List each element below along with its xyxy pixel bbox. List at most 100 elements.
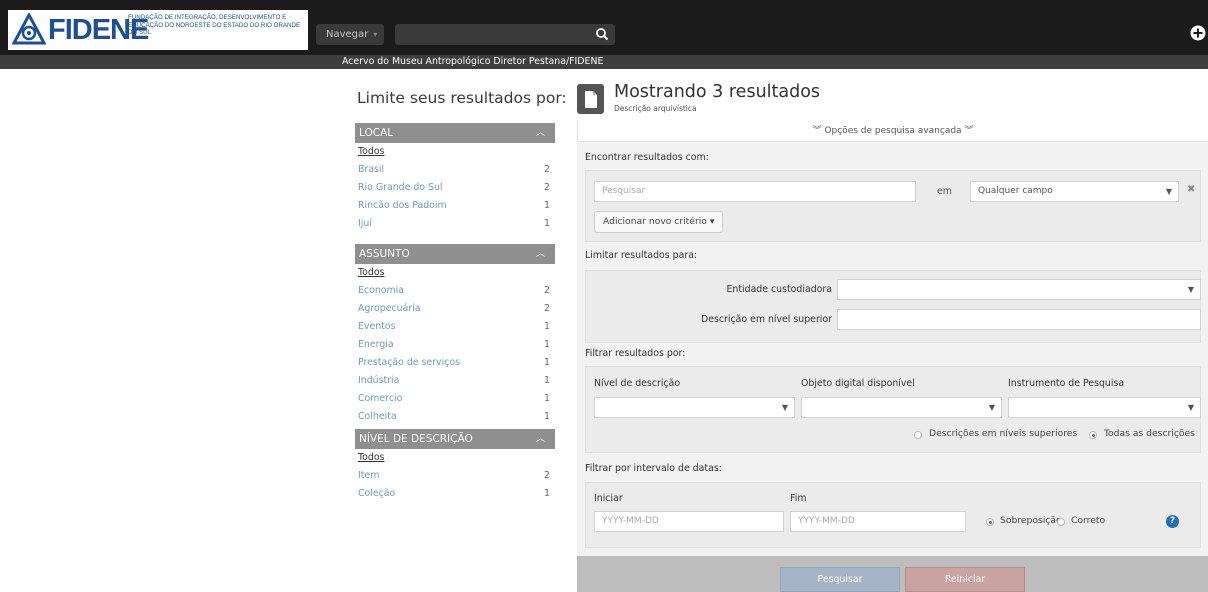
facet-item[interactable]: Colheita 1 xyxy=(355,408,555,426)
chevron-up-icon: ︿ xyxy=(535,128,545,138)
advanced-search-toggle[interactable]: ︾ Opções de pesquisa avançada ︾ xyxy=(577,120,1208,142)
archival-description-icon xyxy=(577,84,604,114)
search-button[interactable]: Pesquisar xyxy=(780,567,900,592)
facet-nivel-descricao: NÍVEL DE DESCRIÇÃO ︿ Todos Item 2 Coleção 1 xyxy=(355,429,555,503)
criteria-search-input[interactable]: Pesquisar xyxy=(594,181,916,202)
facet-all-link[interactable]: Todos xyxy=(355,449,555,467)
facet-item[interactable]: Item 2 xyxy=(355,467,555,485)
advanced-search-toggle-label: Opções de pesquisa avançada xyxy=(824,126,962,136)
facet-item-count: 2 xyxy=(544,303,550,314)
search-icon[interactable] xyxy=(595,27,609,41)
radio-top-level-label: Descrições em níveis superiores xyxy=(929,428,1078,439)
filter-results-label: Filtrar resultados por: xyxy=(585,348,686,359)
facet-item-label: Item xyxy=(358,470,380,481)
facet-item-count: 1 xyxy=(544,488,550,499)
facet-item[interactable]: Rincão dos Padoim 1 xyxy=(355,197,555,215)
facet-item[interactable]: Indústria 1 xyxy=(355,372,555,390)
logo-subtitle: Fundação de Integração, Desenvolvimento … xyxy=(128,14,301,37)
facet-item[interactable]: Comercio 1 xyxy=(355,390,555,408)
results-title: Mostrando 3 resultados xyxy=(614,82,821,102)
facet-item[interactable]: Energia 1 xyxy=(355,336,555,354)
date-filter-label: Filtrar por intervalo de datas: xyxy=(585,463,722,474)
plus-circle-icon[interactable] xyxy=(1190,25,1206,41)
repository-select[interactable]: ▼ xyxy=(837,279,1201,300)
limit-results-label: Limitar resultados para: xyxy=(585,250,698,261)
finding-aid-select[interactable]: ▼ xyxy=(1008,397,1201,418)
facet-item-count: 1 xyxy=(544,375,550,386)
facet-item-label: Indústria xyxy=(358,375,400,386)
facet-item-label: Economia xyxy=(358,285,404,296)
chevron-up-icon: ︿ xyxy=(535,434,545,444)
reset-button[interactable]: Reiniciar xyxy=(905,567,1025,592)
facet-item-label: Eventos xyxy=(358,321,396,332)
start-date-label: Iniciar xyxy=(594,493,623,504)
finding-aid-label: Instrumento de Pesquisa xyxy=(1008,378,1125,389)
repository-banner-text[interactable]: Acervo do Museu Antropológico Diretor Pe… xyxy=(342,55,603,69)
repository-label: Entidade custodiadora xyxy=(726,284,832,295)
facet-item-count: 1 xyxy=(544,218,550,229)
radio-overlap[interactable] xyxy=(986,518,994,526)
results-subtitle: Descrição arquivística xyxy=(614,104,697,113)
double-chevron-down-icon: ︾ xyxy=(964,126,974,136)
facet-header[interactable]: ASSUNTO ︿ xyxy=(355,244,555,264)
level-select[interactable]: ▼ xyxy=(594,397,795,418)
close-icon[interactable]: ✖ xyxy=(1187,184,1195,195)
browse-menu-button[interactable]: Navegar ▾ xyxy=(316,24,384,45)
facet-item[interactable]: Agropecuária 2 xyxy=(355,300,555,318)
chevron-down-icon: ▼ xyxy=(988,403,995,412)
facet-item-label: Coleção xyxy=(358,488,396,499)
end-date-label: Fim xyxy=(790,493,807,504)
limit-section: Entidade custodiadora ▼ Descrição em nív… xyxy=(585,270,1201,343)
chevron-down-icon: ▾ xyxy=(709,216,715,227)
end-date-input[interactable]: YYYY-MM-DD xyxy=(790,511,966,532)
radio-all-descriptions-label: Todas as descrições xyxy=(1104,428,1195,439)
facet-all-link[interactable]: Todos xyxy=(355,264,555,282)
facet-heading: LOCAL xyxy=(359,127,394,139)
radio-overlap-label: Sobreposição xyxy=(1000,515,1062,526)
digital-object-select[interactable]: ▼ xyxy=(801,397,1002,418)
facet-item[interactable]: Ijuí 1 xyxy=(355,215,555,233)
filter-section: Nível de descrição Objeto digital dispon… xyxy=(585,366,1201,453)
criteria-section: Pesquisar em Qualquer campo ▼ ✖ Adicionar… xyxy=(585,170,1201,242)
facet-item-label: Comercio xyxy=(358,393,403,404)
add-criteria-label: Adicionar novo critério xyxy=(603,216,707,227)
facet-item[interactable]: Prestação de serviços 1 xyxy=(355,354,555,372)
repository-banner: Acervo do Museu Antropológico Diretor Pe… xyxy=(0,55,1208,69)
facet-item-label: Prestação de serviços xyxy=(358,357,460,368)
criteria-field-select[interactable]: Qualquer campo ▼ xyxy=(970,181,1179,202)
facet-item[interactable]: Brasil 2 xyxy=(355,161,555,179)
facet-item-count: 1 xyxy=(544,200,550,211)
facet-item-count: 2 xyxy=(544,164,550,175)
facet-item-count: 2 xyxy=(544,182,550,193)
chevron-down-icon: ▼ xyxy=(781,403,788,412)
facet-assunto: ASSUNTO ︿ Todos Economia 2 Agropecuária 2 E… xyxy=(355,244,555,426)
global-search-input[interactable] xyxy=(395,24,615,45)
action-bar: Pesquisar Reiniciar xyxy=(577,556,1208,592)
facet-header[interactable]: NÍVEL DE DESCRIÇÃO ︿ xyxy=(355,429,555,449)
radio-exact[interactable] xyxy=(1057,518,1065,526)
facet-item[interactable]: Rio Grande do Sul 2 xyxy=(355,179,555,197)
site-logo[interactable]: FIDENE Fundação de Integração, Desenvolv… xyxy=(8,10,308,50)
chevron-up-icon: ︿ xyxy=(535,249,545,259)
parent-description-input[interactable] xyxy=(837,309,1201,330)
facet-all-link[interactable]: Todos xyxy=(355,143,555,161)
help-icon[interactable]: ? xyxy=(1166,515,1179,528)
chevron-down-icon: ▼ xyxy=(1187,285,1194,294)
find-results-label: Encontrar resultados com: xyxy=(585,152,709,163)
radio-all-descriptions[interactable] xyxy=(1089,431,1097,439)
radio-top-level[interactable] xyxy=(914,431,922,439)
start-date-input[interactable]: YYYY-MM-DD xyxy=(594,511,784,532)
facet-item-label: Colheita xyxy=(358,411,397,422)
facet-item[interactable]: Coleção 1 xyxy=(355,485,555,503)
facet-heading: NÍVEL DE DESCRIÇÃO xyxy=(359,433,473,445)
chevron-down-icon: ▼ xyxy=(1165,187,1172,196)
facet-heading: ASSUNTO xyxy=(359,248,410,260)
facet-item-count: 1 xyxy=(544,393,550,404)
facet-item[interactable]: Eventos 1 xyxy=(355,318,555,336)
facet-item-count: 2 xyxy=(544,285,550,296)
facet-item[interactable]: Economia 2 xyxy=(355,282,555,300)
facet-header[interactable]: LOCAL ︿ xyxy=(355,123,555,143)
digital-object-label: Objeto digital disponível xyxy=(801,378,915,389)
date-section: Iniciar Fim YYYY-MM-DD YYYY-MM-DD Sobrep… xyxy=(585,482,1201,548)
add-criteria-button[interactable]: Adicionar novo critério ▾ xyxy=(594,211,724,233)
